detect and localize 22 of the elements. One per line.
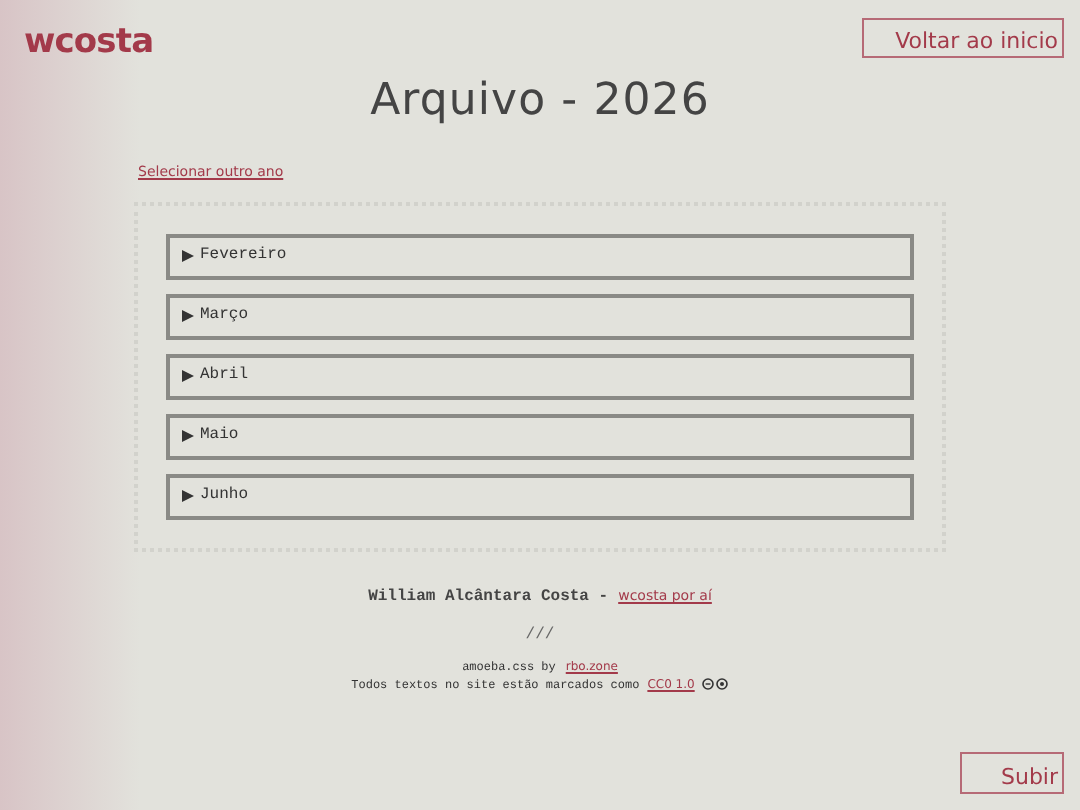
month-label: Fevereiro [200, 244, 287, 268]
disclosure-icon [182, 490, 194, 502]
month-label: Junho [200, 484, 249, 508]
author-name: William Alcântara Costa - [368, 585, 609, 609]
month-item[interactable]: Fevereiro [166, 233, 914, 279]
month-label: Abril [200, 364, 249, 388]
home-button[interactable]: Voltar ao inicio [862, 18, 1064, 58]
month-label: Março [200, 304, 249, 328]
scroll-top-button[interactable]: Subir [960, 752, 1064, 794]
disclosure-icon [182, 430, 194, 442]
month-item[interactable]: Maio [166, 413, 914, 459]
disclosure-icon [182, 310, 194, 322]
month-label: Maio [200, 424, 239, 448]
month-item[interactable]: Abril [166, 353, 914, 399]
month-item[interactable]: Junho [166, 473, 914, 519]
license-icons [702, 678, 729, 690]
separator: /// [525, 623, 555, 647]
page-title: Arquivo - 2026 [370, 73, 710, 129]
month-item[interactable]: Março [166, 293, 914, 339]
disclosure-icon [182, 370, 194, 382]
disclosure-icon [182, 250, 194, 262]
site-logo[interactable]: wcosta [24, 18, 154, 69]
